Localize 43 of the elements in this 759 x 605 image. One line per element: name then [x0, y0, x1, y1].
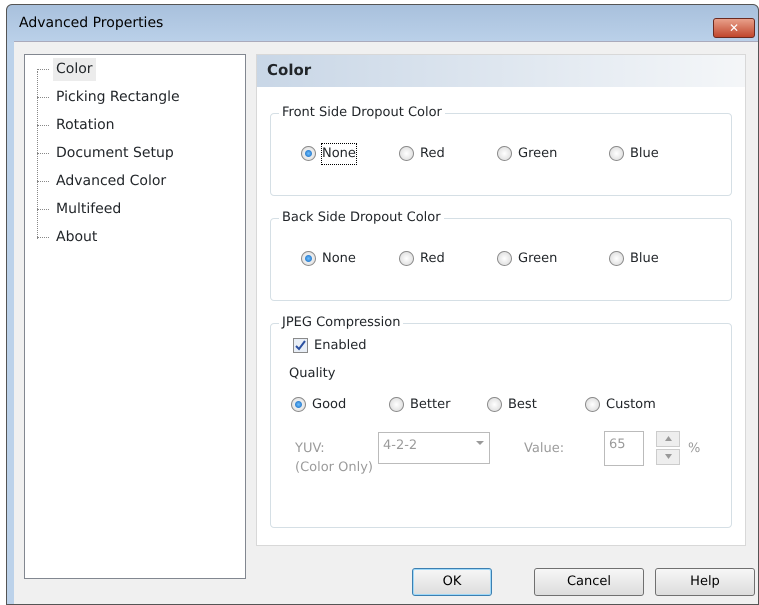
radio-button[interactable] [497, 146, 512, 162]
group-label: JPEG Compression [279, 314, 404, 332]
down-arrow-icon[interactable] [664, 454, 672, 459]
radio-label: Good [312, 396, 346, 414]
radio-label: Blue [630, 250, 659, 268]
tree-item[interactable]: Rotation [53, 114, 118, 136]
radio-button[interactable] [301, 251, 316, 266]
window-title: Advanced Properties [19, 14, 164, 32]
radio-button[interactable] [609, 251, 624, 266]
tree-item[interactable]: Color [53, 58, 96, 80]
tree-item[interactable]: Multifeed [53, 198, 124, 220]
dialog-button[interactable]: Help [655, 568, 755, 596]
radio-label: Blue [630, 145, 659, 163]
radio-label: Green [518, 250, 558, 268]
radio-label: Better [410, 396, 450, 414]
group-label: Front Side Dropout Color [279, 104, 445, 122]
dialog-button[interactable]: OK [412, 568, 492, 596]
tree-item[interactable]: Picking Rectangle [53, 86, 183, 108]
spinner[interactable] [656, 430, 680, 464]
radio-label: Green [518, 145, 558, 163]
up-arrow-icon[interactable] [664, 436, 672, 441]
tree-item[interactable]: Document Setup [53, 142, 177, 164]
dialog-button[interactable]: Cancel [534, 568, 644, 596]
unit-label: % [687, 440, 700, 458]
tree-item[interactable]: About [53, 226, 100, 248]
radio-label: Red [420, 250, 445, 268]
note-text: (Color Only) [295, 459, 374, 477]
radio-label: None [322, 144, 356, 164]
field-label: Value: [524, 440, 566, 458]
radio-button[interactable] [301, 146, 316, 162]
radio-button[interactable] [609, 146, 624, 162]
radio-button[interactable] [497, 251, 512, 266]
panel-header: Color [257, 55, 745, 87]
radio-button[interactable] [399, 146, 414, 162]
group-label: Back Side Dropout Color [279, 209, 444, 227]
radio-label: Best [508, 396, 537, 414]
tree-item[interactable]: Advanced Color [53, 170, 170, 192]
radio-label: None [322, 250, 356, 268]
radio-button[interactable] [399, 251, 414, 266]
section-label: Quality [288, 364, 336, 382]
checkbox-label: Enabled [314, 337, 367, 355]
radio-label: Custom [606, 396, 656, 414]
radio-label: Red [420, 145, 445, 163]
